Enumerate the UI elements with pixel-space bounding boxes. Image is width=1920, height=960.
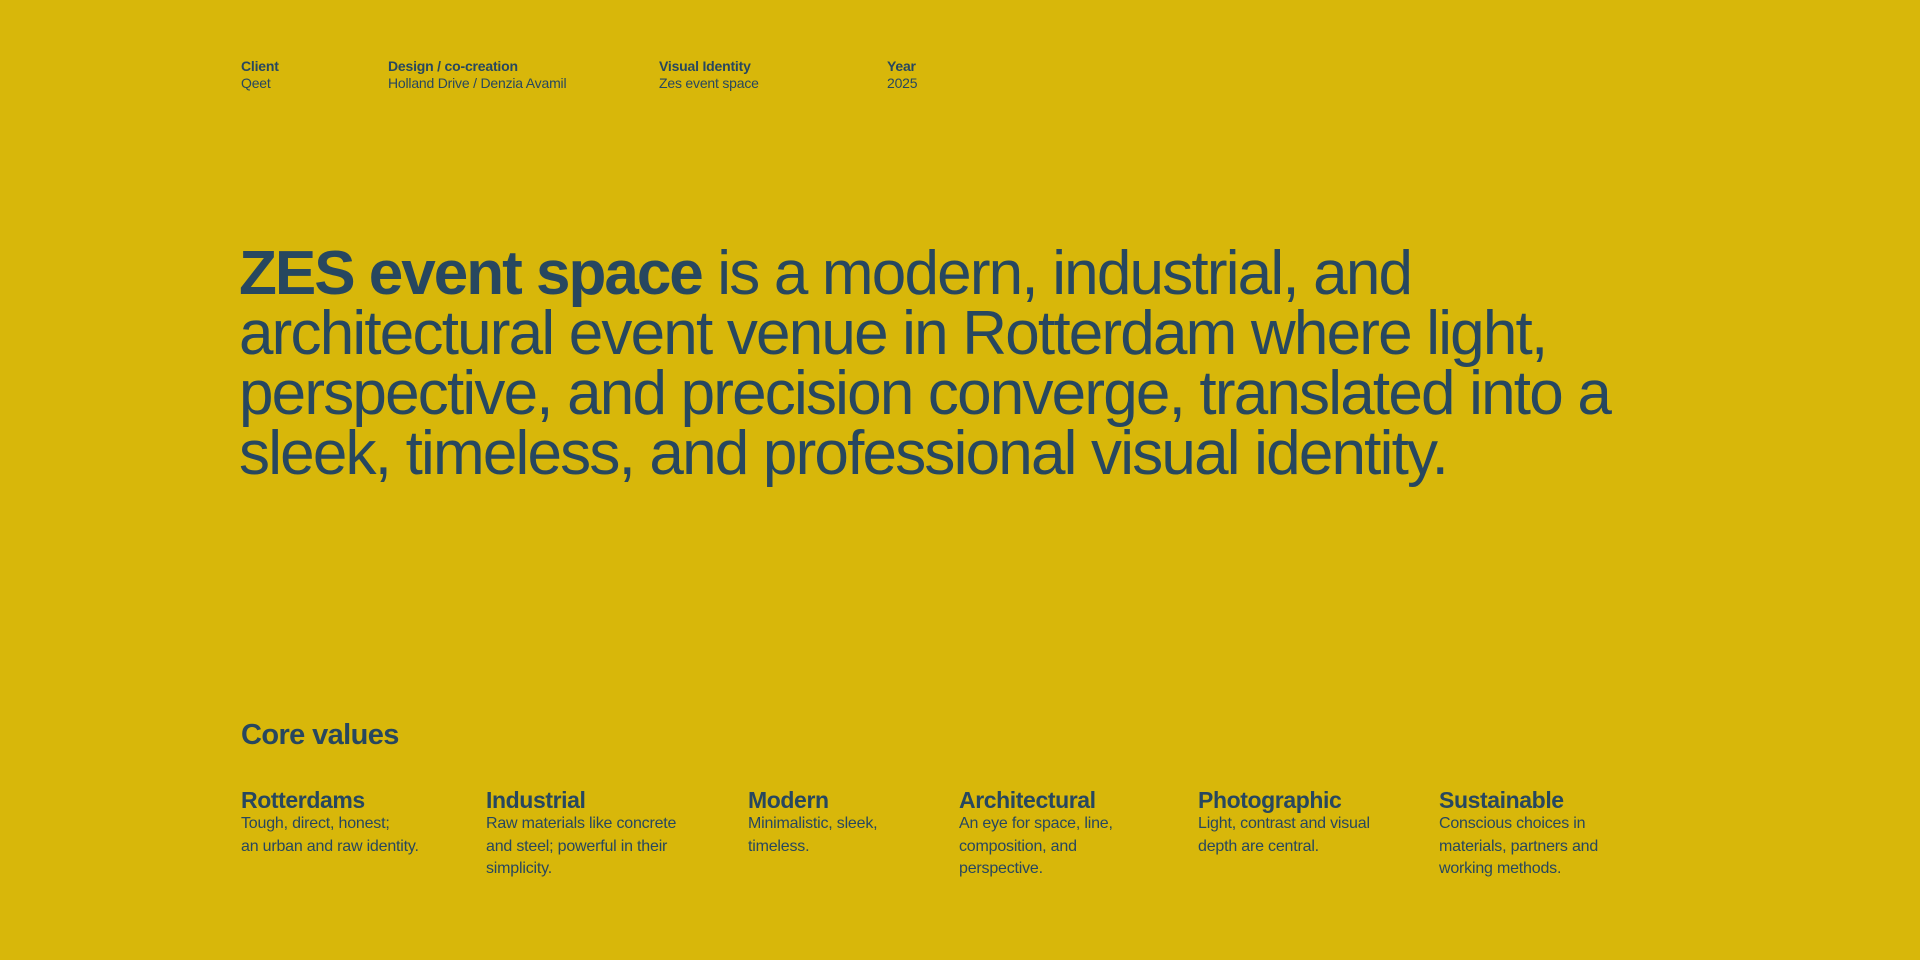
- core-value-architectural: Architectural An eye for space, line, co…: [959, 788, 1149, 881]
- core-value-description: Minimalistic, sleek, timeless.: [748, 815, 878, 855]
- meta-design: Design / co-creation Holland Drive / Den…: [388, 58, 567, 92]
- intro-statement: ZES event space is a modern, industrial,…: [239, 243, 1679, 485]
- core-value-title: Rotterdams: [241, 787, 365, 813]
- core-value-title: Modern: [748, 787, 829, 813]
- core-value-description: Light, contrast and visual depth are cen…: [1198, 815, 1370, 855]
- intro-venue-name: ZES event space: [239, 239, 704, 308]
- core-value-title: Sustainable: [1439, 787, 1564, 813]
- meta-identity-label: Visual Identity: [659, 58, 751, 74]
- meta-client-label: Client: [241, 58, 279, 74]
- core-value-description-line: Tough, direct, honest;: [241, 815, 390, 832]
- core-value-title: Industrial: [486, 787, 586, 813]
- meta-year-value: 2025: [887, 75, 918, 91]
- meta-identity: Visual Identity Zes event space: [659, 58, 759, 92]
- core-value-description: Conscious choices in materials, partners…: [1439, 815, 1599, 877]
- core-value-description: Raw materials like concrete and steel; p…: [486, 815, 677, 877]
- meta-identity-value: Zes event space: [659, 75, 759, 91]
- meta-year: Year 2025: [887, 58, 918, 92]
- meta-year-label: Year: [887, 58, 916, 74]
- core-value-photographic: Photographic Light, contrast and visual …: [1198, 788, 1403, 858]
- meta-client-value: Qeet: [241, 75, 271, 91]
- core-value-title: Architectural: [959, 787, 1096, 813]
- meta-design-value: Holland Drive / Denzia Avamil: [388, 75, 567, 91]
- core-value-industrial: Industrial Raw materials like concrete a…: [486, 788, 701, 881]
- core-value-description-line: an urban and raw identity.: [241, 837, 419, 855]
- core-value-description: Tough, direct, honest; an urban and raw …: [241, 813, 456, 858]
- core-value-sustainable: Sustainable Conscious choices in materia…: [1439, 788, 1639, 881]
- core-value-rotterdams: Rotterdams Tough, direct, honest; an urb…: [241, 788, 456, 858]
- core-values-list: Rotterdams Tough, direct, honest; an urb…: [241, 788, 1681, 908]
- meta-design-label: Design / co-creation: [388, 58, 518, 74]
- core-value-description: An eye for space, line, composition, and…: [959, 815, 1113, 877]
- core-values-heading: Core values: [241, 719, 399, 751]
- core-value-title: Photographic: [1198, 787, 1342, 813]
- core-values-section: Core values Rotterdams Tough, direct, ho…: [241, 718, 1681, 877]
- core-value-modern: Modern Minimalistic, sleek, timeless.: [748, 788, 918, 858]
- meta-client: Client Qeet: [241, 58, 279, 92]
